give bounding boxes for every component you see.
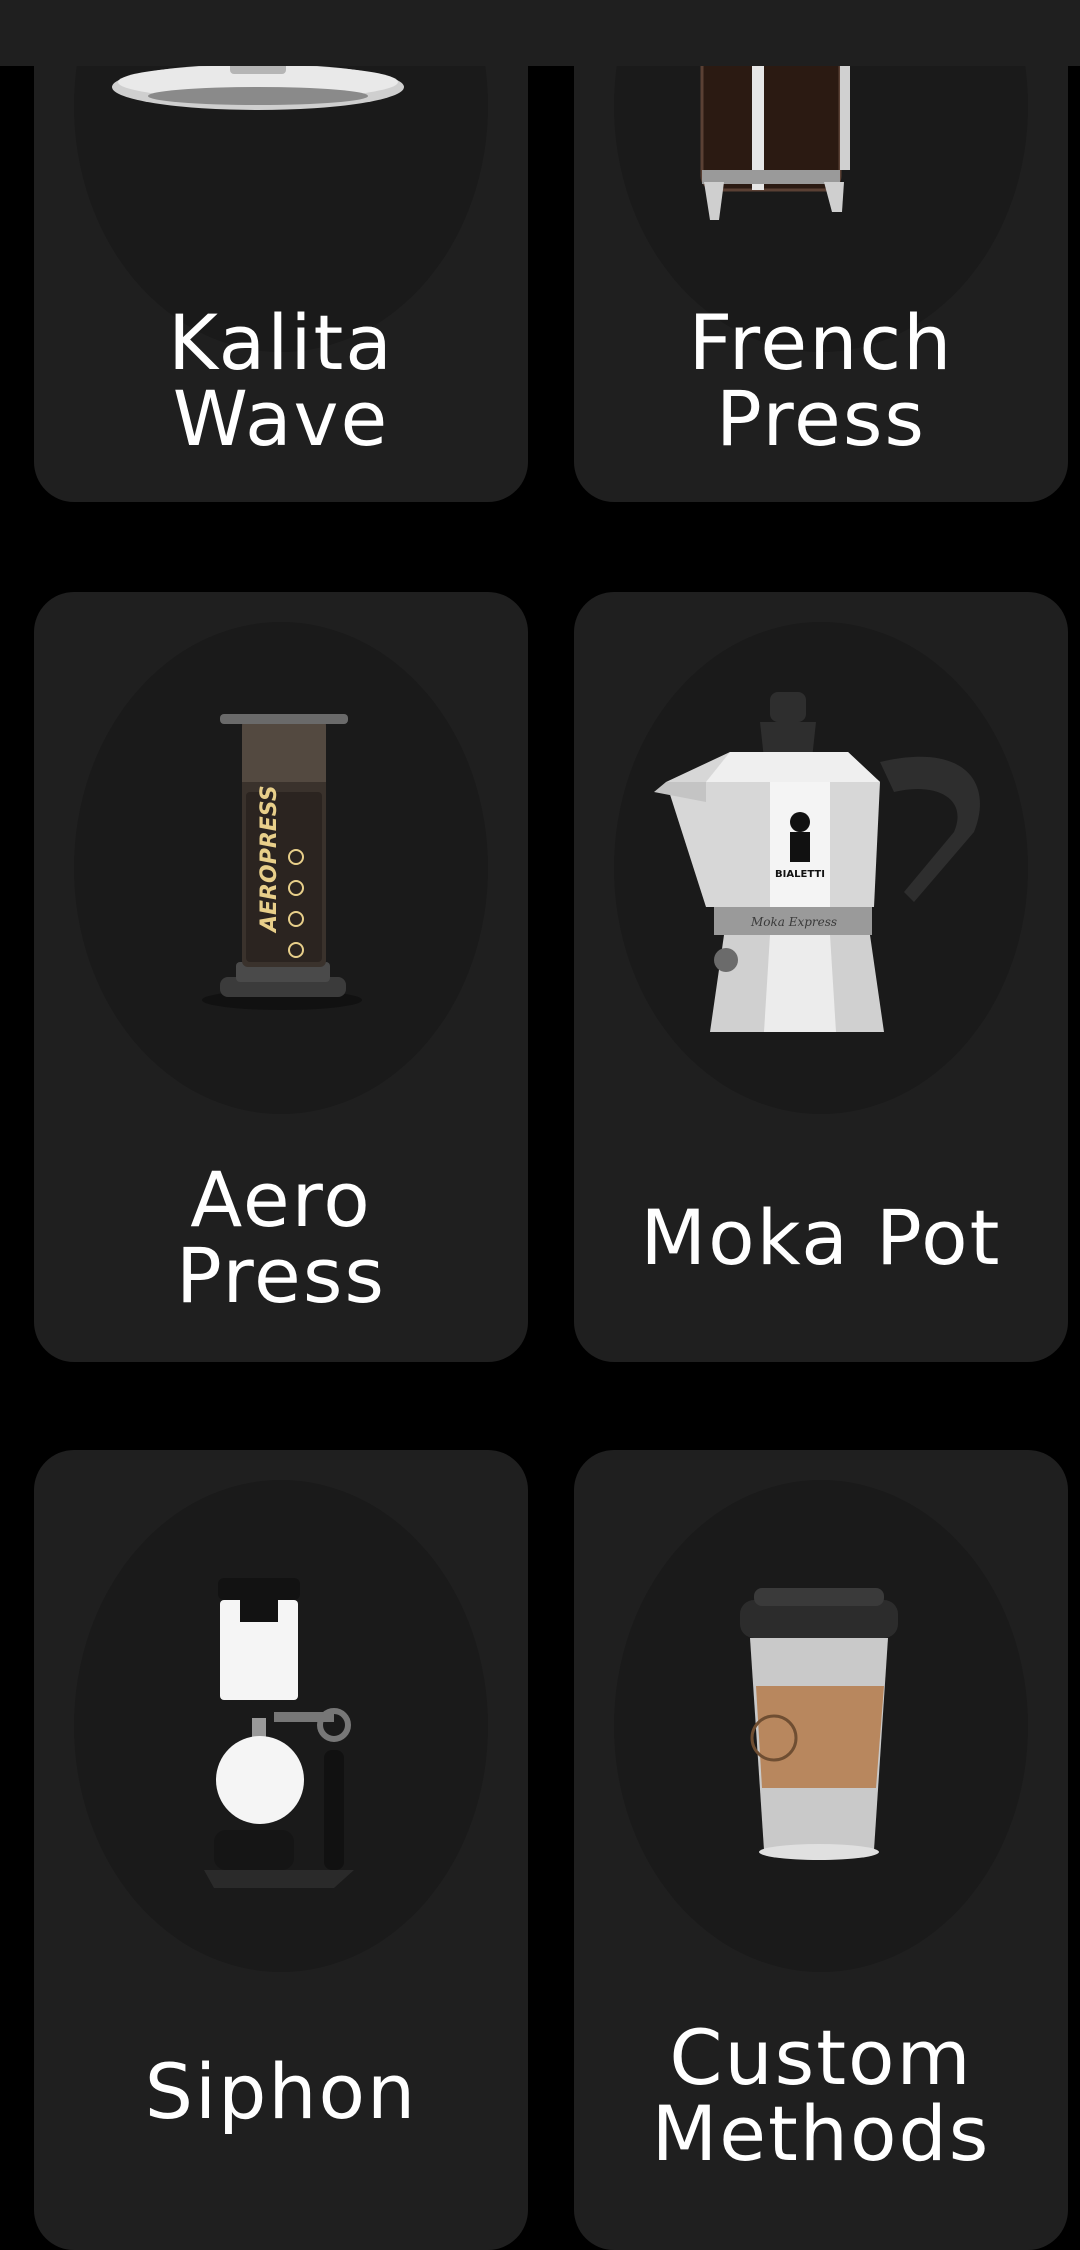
method-card-kalita-wave[interactable]: Kalita Wave: [34, 0, 528, 502]
svg-text:AEROPRESS: AEROPRESS: [257, 785, 282, 934]
method-card-aero-press[interactable]: AEROPRESS Aero Press: [34, 592, 528, 1362]
method-label: Aero Press: [175, 1155, 387, 1320]
method-label: Moka Pot: [640, 1193, 1002, 1282]
method-card-french-press[interactable]: French Press: [574, 0, 1068, 502]
method-label: Siphon: [144, 2047, 418, 2136]
method-label: Kalita Wave: [168, 298, 394, 463]
method-card-siphon[interactable]: Siphon: [34, 1450, 528, 2250]
svg-text:BIALETTI: BIALETTI: [775, 869, 825, 880]
method-card-custom-methods[interactable]: Custom Methods: [574, 1450, 1068, 2250]
app-top-bar: [0, 0, 1080, 66]
method-label: Custom Methods: [651, 2013, 991, 2178]
svg-text:Moka Express: Moka Express: [750, 915, 837, 929]
method-label: French Press: [688, 298, 954, 463]
method-card-moka-pot[interactable]: BIALETTI Moka Express Moka Pot: [574, 592, 1068, 1362]
